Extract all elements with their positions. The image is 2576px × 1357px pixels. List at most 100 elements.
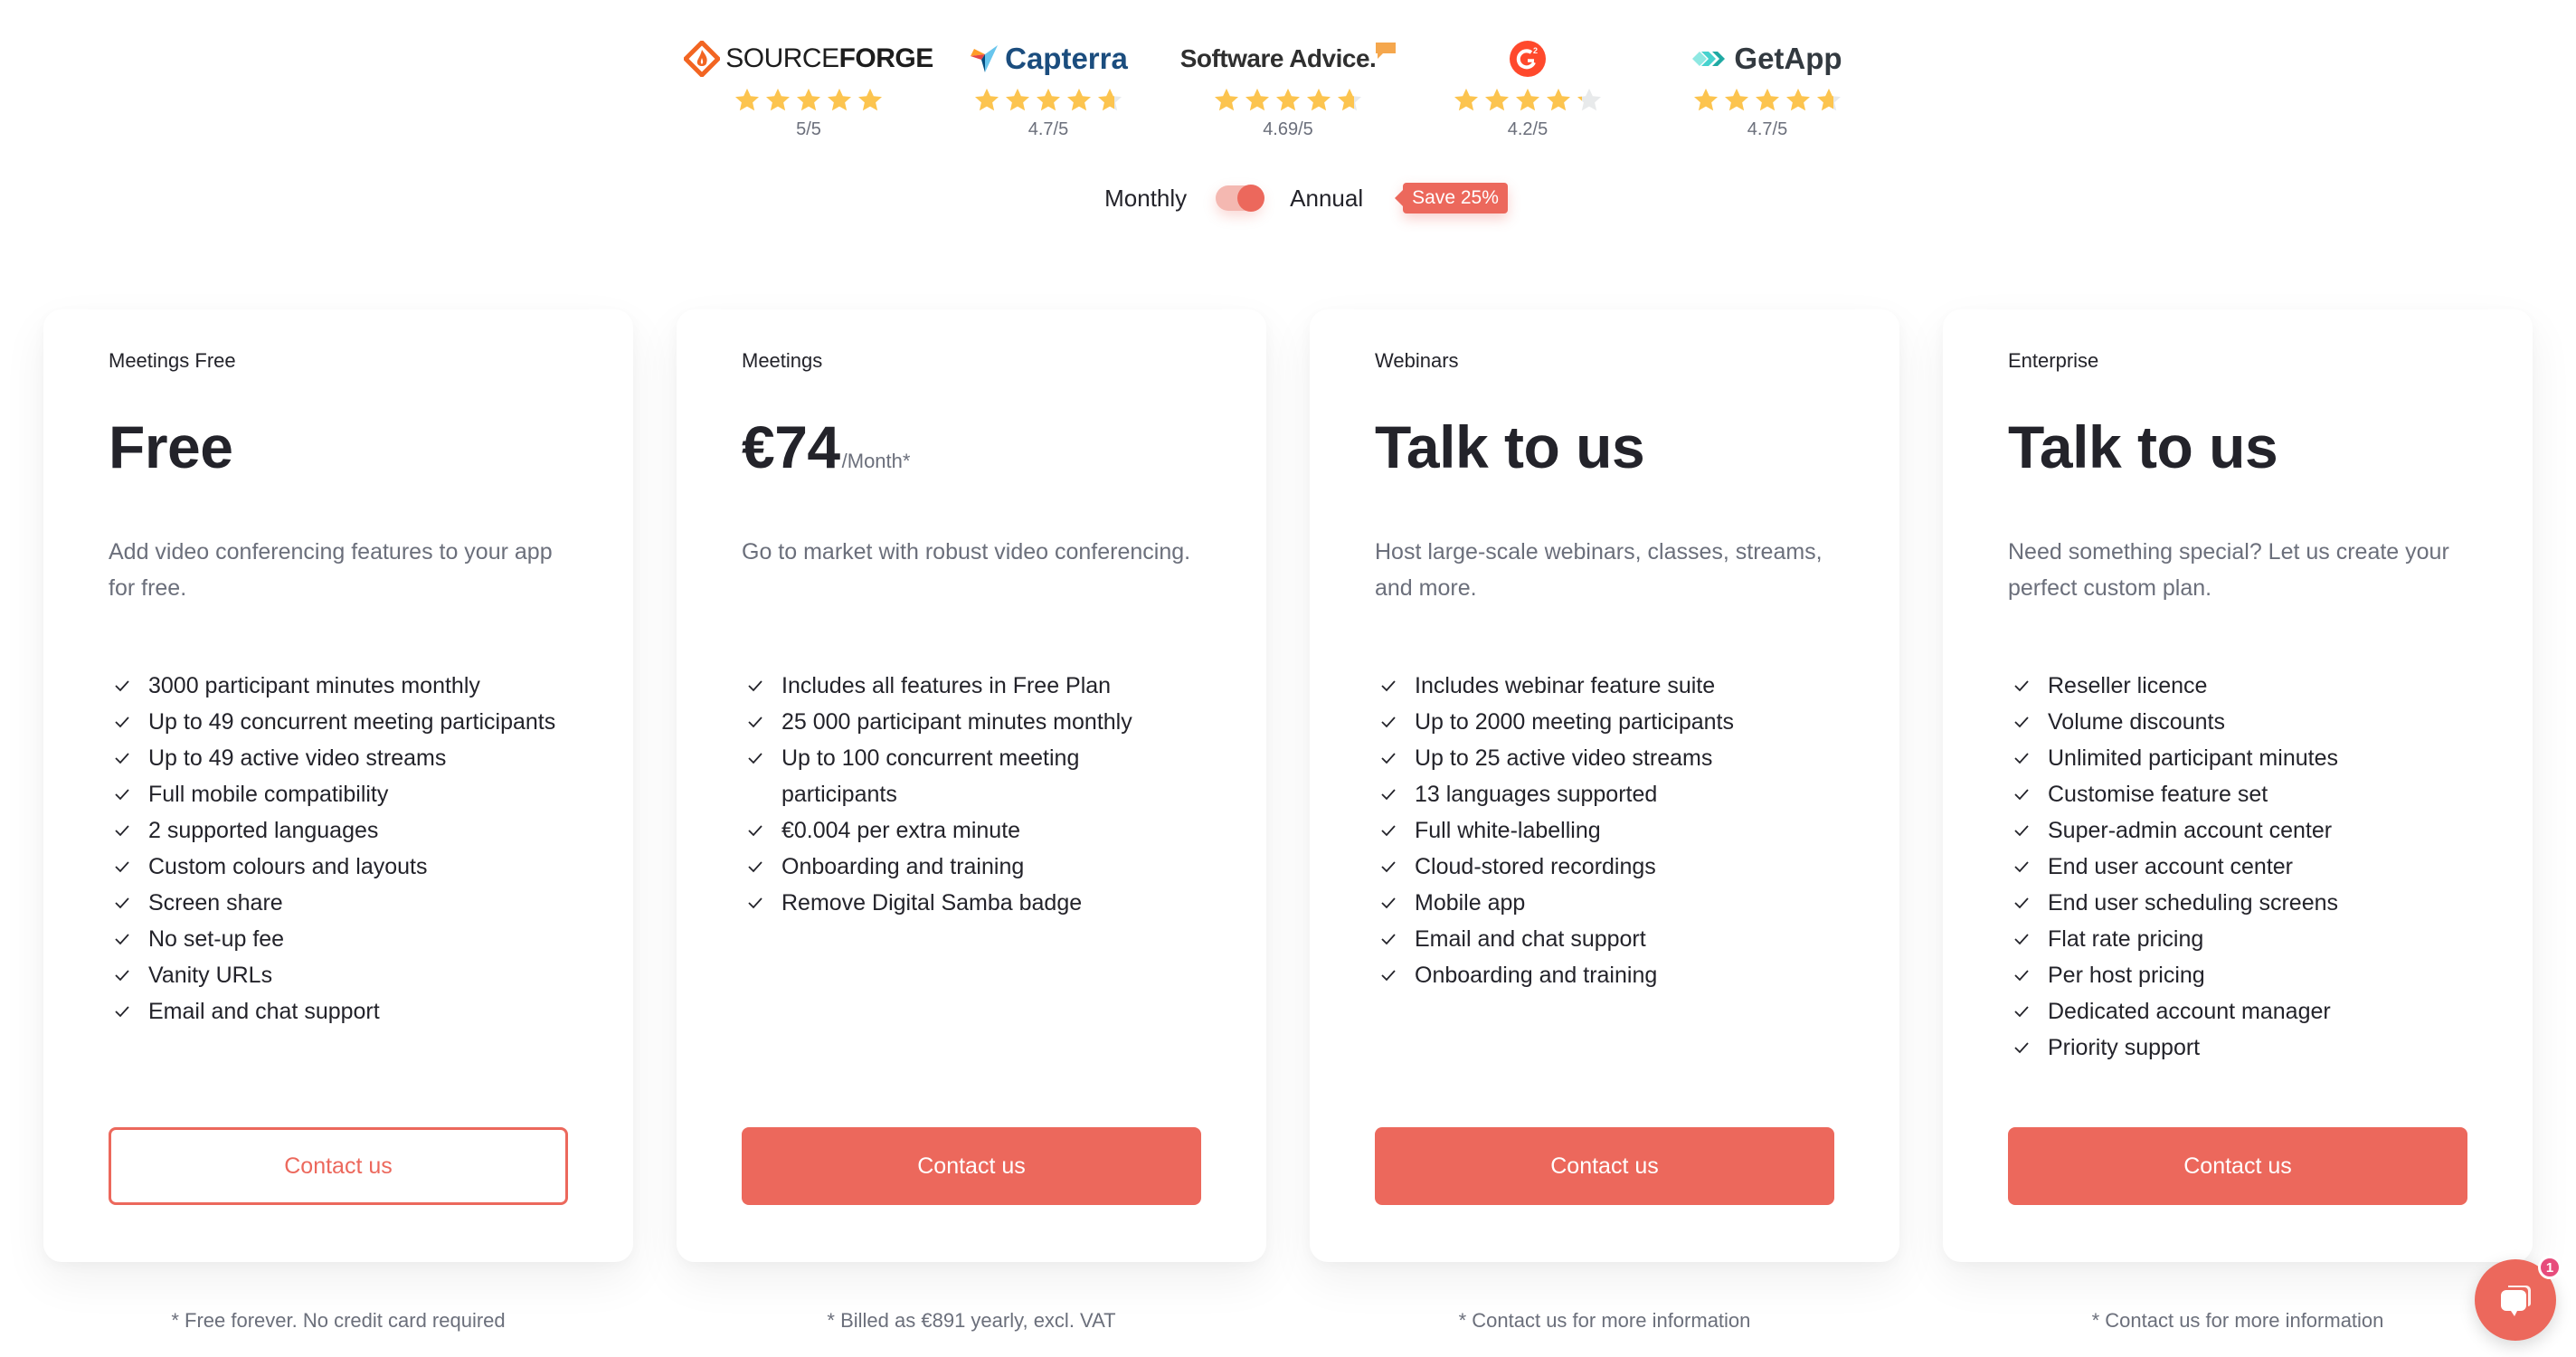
- check-icon: [109, 993, 148, 1030]
- feature-item: Cloud-stored recordings: [1375, 849, 1834, 885]
- check-icon: [2008, 776, 2048, 812]
- feature-text: 25 000 participant minutes monthly: [781, 709, 1132, 735]
- star-icon: [1576, 87, 1603, 114]
- check-icon: [742, 849, 781, 885]
- check-icon: [1375, 849, 1415, 885]
- price-row: Talk to us: [2008, 413, 2467, 494]
- star-icon: [1305, 87, 1332, 114]
- plan-card: Meetings Free Free Add video conferencin…: [43, 309, 633, 1262]
- plan-description: Need something special? Let us create yo…: [2008, 539, 2449, 601]
- sourceforge-logo-text: SOURCEFORGE: [725, 43, 933, 73]
- star-icon: [1514, 87, 1541, 114]
- plan-enterprise: Enterprise Talk to us Need something spe…: [1943, 309, 2533, 1333]
- feature-list: 3000 participant minutes monthly Up to 49…: [109, 668, 568, 1030]
- feature-list: Includes all features in Free Plan 25 000…: [742, 668, 1201, 921]
- feature-item: Up to 100 concurrent meeting participant…: [742, 740, 1201, 812]
- feature-item: Up to 2000 meeting participants: [1375, 704, 1834, 740]
- review-capterra[interactable]: Capterra 4.7/5: [929, 36, 1169, 140]
- contact-us-button[interactable]: Contact us: [109, 1127, 568, 1205]
- monthly-label[interactable]: Monthly: [1104, 185, 1187, 213]
- plan-price: Free: [109, 413, 233, 480]
- svg-text:2: 2: [1533, 46, 1538, 55]
- star-icon: [1483, 87, 1511, 114]
- feature-item: Email and chat support: [109, 993, 568, 1030]
- star-icon: [1244, 87, 1271, 114]
- check-icon: [2008, 921, 2048, 957]
- feature-item: 13 languages supported: [1375, 776, 1834, 812]
- check-icon: [742, 704, 781, 740]
- feature-item: Remove Digital Samba badge: [742, 885, 1201, 921]
- contact-us-button[interactable]: Contact us: [2008, 1127, 2467, 1205]
- plan-description: Go to market with robust video conferenc…: [742, 539, 1191, 565]
- star-icon: [1723, 87, 1750, 114]
- feature-text: Full mobile compatibility: [148, 782, 389, 807]
- check-icon: [1375, 921, 1415, 957]
- star-icon: [1035, 87, 1062, 114]
- feature-item: Includes webinar feature suite: [1375, 668, 1834, 704]
- star-icon: [1096, 87, 1123, 114]
- annual-label[interactable]: Annual: [1290, 185, 1363, 213]
- feature-item: Volume discounts: [2008, 704, 2467, 740]
- check-icon: [109, 849, 148, 885]
- feature-text: Mobile app: [1415, 890, 1526, 916]
- star-rating: [973, 87, 1123, 114]
- feature-item: Mobile app: [1375, 885, 1834, 921]
- plan-price: Talk to us: [2008, 413, 2278, 480]
- feature-text: Super-admin account center: [2048, 818, 2333, 843]
- check-icon: [2008, 957, 2048, 993]
- star-icon: [1692, 87, 1719, 114]
- star-icon: [734, 87, 761, 114]
- check-icon: [742, 812, 781, 849]
- getapp-logo-icon: [1692, 52, 1726, 66]
- pricing-plans: Meetings Free Free Add video conferencin…: [43, 309, 2533, 1333]
- price-unit: /Month*: [841, 450, 911, 472]
- review-g2[interactable]: 2 4.2/5: [1408, 36, 1648, 140]
- sourceforge-logo: SOURCEFORGE: [684, 36, 933, 81]
- star-icon: [1815, 87, 1842, 114]
- feature-item: Full mobile compatibility: [109, 776, 568, 812]
- review-sourceforge[interactable]: SOURCEFORGE 5/5: [684, 36, 933, 140]
- sourceforge-logo-icon: [684, 41, 721, 77]
- star-icon: [764, 87, 791, 114]
- plan-description: Add video conferencing features to your …: [109, 539, 553, 601]
- feature-item: End user scheduling screens: [2008, 885, 2467, 921]
- star-icon: [857, 87, 884, 114]
- review-software-advice[interactable]: Software Advice. 4.69/5: [1169, 36, 1408, 140]
- feature-list: Includes webinar feature suite Up to 2000…: [1375, 668, 1834, 993]
- chat-widget-button[interactable]: 1: [2475, 1256, 2562, 1341]
- check-icon: [109, 921, 148, 957]
- review-getapp[interactable]: GetApp 4.7/5: [1648, 36, 1888, 140]
- contact-us-button[interactable]: Contact us: [742, 1127, 1201, 1205]
- rating-label: 4.7/5: [1028, 119, 1069, 139]
- feature-text: Onboarding and training: [781, 854, 1025, 879]
- star-icon: [826, 87, 853, 114]
- feature-item: Customise feature set: [2008, 776, 2467, 812]
- getapp-logo-text: GetApp: [1734, 42, 1842, 75]
- star-rating: [1692, 87, 1842, 114]
- plan-name: Webinars: [1375, 349, 1459, 372]
- check-icon: [2008, 812, 2048, 849]
- plan-footnote: * Billed as €891 yearly, excl. VAT: [827, 1309, 1116, 1332]
- star-icon: [1785, 87, 1812, 114]
- billing-toggle-switch[interactable]: [1216, 185, 1265, 212]
- software-advice-logo-icon: [1376, 43, 1397, 59]
- check-icon: [2008, 740, 2048, 776]
- feature-item: 2 supported languages: [109, 812, 568, 849]
- feature-item: Super-admin account center: [2008, 812, 2467, 849]
- feature-text: Volume discounts: [2048, 709, 2225, 735]
- feature-text: Up to 2000 meeting participants: [1415, 709, 1734, 735]
- feature-text: €0.004 per extra minute: [781, 818, 1021, 843]
- plan-description: Host large-scale webinars, classes, stre…: [1375, 539, 1823, 601]
- feature-item: Unlimited participant minutes: [2008, 740, 2467, 776]
- check-icon: [2008, 1030, 2048, 1066]
- feature-text: Flat rate pricing: [2048, 926, 2204, 952]
- contact-us-button[interactable]: Contact us: [1375, 1127, 1834, 1205]
- check-icon: [2008, 885, 2048, 921]
- feature-item: Full white-labelling: [1375, 812, 1834, 849]
- check-icon: [109, 776, 148, 812]
- star-rating: [1213, 87, 1363, 114]
- feature-item: Priority support: [2008, 1030, 2467, 1066]
- feature-text: Email and chat support: [148, 999, 380, 1024]
- plan-footnote: * Contact us for more information: [2091, 1309, 2384, 1332]
- feature-item: Custom colours and layouts: [109, 849, 568, 885]
